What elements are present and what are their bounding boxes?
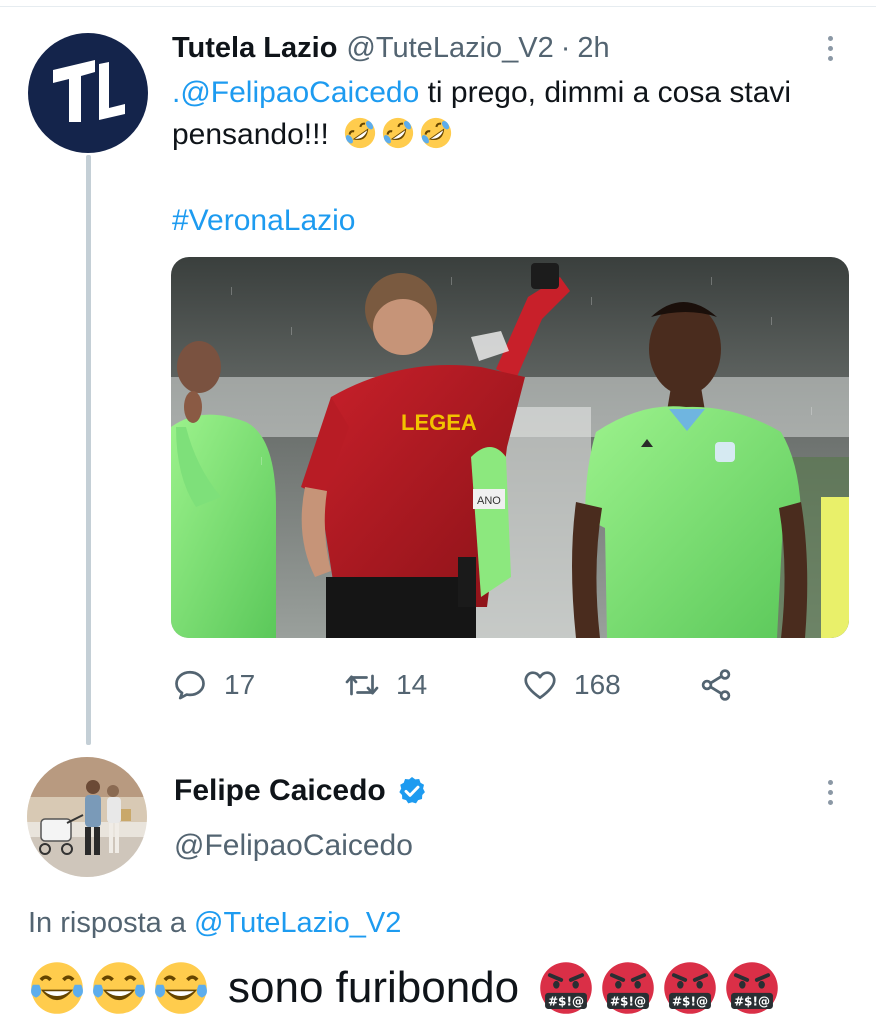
face-with-tears-of-joy-icon <box>155 962 207 1014</box>
profile-photo <box>27 757 147 877</box>
kit-sleeve-text: ANO <box>477 495 501 507</box>
reply-body-text: sono furibondo <box>228 963 520 1012</box>
face-with-symbols-on-mouth-icon: #$!@ <box>540 962 592 1014</box>
cursing-symbols-text: #$!@ <box>734 995 770 1009</box>
reply-author-handle[interactable]: @FelipaoCaicedo <box>174 826 413 866</box>
emoji-group <box>343 116 453 150</box>
reply-author-name[interactable]: Felipe Caicedo <box>174 774 386 808</box>
reply-count: 17 <box>224 669 256 700</box>
thread-connector-line <box>86 155 91 745</box>
reply-button[interactable]: 17 <box>172 660 255 710</box>
verified-badge-icon <box>399 777 425 804</box>
retweet-icon <box>345 674 379 696</box>
header-separator: · <box>560 31 571 64</box>
cursing-symbols-text: #$!@ <box>548 995 584 1009</box>
face-with-symbols-on-mouth-icon: #$!@ <box>726 962 778 1014</box>
like-button[interactable]: 168 <box>522 660 621 710</box>
tutela-lazio-logo-icon <box>53 60 125 122</box>
like-count: 168 <box>574 669 621 700</box>
mention-link[interactable]: .@FelipaoCaicedo <box>172 76 419 109</box>
rolling-on-floor-laughing-icon <box>421 117 452 149</box>
author-handle[interactable]: @TuteLazio_V2 <box>346 32 553 65</box>
reply-to-prefix: In risposta a <box>28 907 195 939</box>
face-with-tears-of-joy-icon <box>93 962 145 1014</box>
cursing-symbols-text: #$!@ <box>610 995 646 1009</box>
author-name[interactable]: Tutela Lazio <box>172 32 337 65</box>
in-reply-to-line: In risposta a @TuteLazio_V2 <box>28 903 401 943</box>
tweet-photo[interactable]: LEGEA ANO <box>171 257 849 638</box>
cursing-symbols-text: #$!@ <box>672 995 708 1009</box>
retweet-count: 14 <box>396 669 428 700</box>
share-icon <box>701 669 731 701</box>
tutela-lazio-avatar[interactable] <box>28 33 148 153</box>
tweet-timestamp[interactable]: 2h <box>577 32 609 65</box>
reply-text: sono furibondo #$!@ #$!@ #$!@ #$!@ <box>28 958 781 1018</box>
retweet-button[interactable]: 14 <box>344 660 427 710</box>
more-dot <box>827 45 833 51</box>
hashtag-link[interactable]: #VeronaLazio <box>172 200 356 242</box>
more-dot <box>827 789 833 795</box>
share-button[interactable] <box>698 660 734 710</box>
cursing-emoji-group: #$!@ #$!@ #$!@ #$!@ <box>537 959 781 1017</box>
more-dot <box>827 779 833 785</box>
tweet-more-options-button[interactable] <box>818 28 842 68</box>
reply-bubble-icon <box>175 670 205 700</box>
face-with-tears-of-joy-icon <box>31 962 83 1014</box>
more-dot <box>827 55 833 61</box>
face-with-symbols-on-mouth-icon: #$!@ <box>664 962 716 1014</box>
rolling-on-floor-laughing-icon <box>383 117 414 149</box>
reply-to-handle-link[interactable]: @TuteLazio_V2 <box>194 907 401 939</box>
heart-icon <box>524 671 556 700</box>
more-dot <box>827 35 833 41</box>
tweet-text: .@FelipaoCaicedo ti prego, dimmi a cosa … <box>172 72 862 156</box>
kit-sponsor-text: LEGEA <box>401 410 477 435</box>
face-with-symbols-on-mouth-icon: #$!@ <box>602 962 654 1014</box>
reply-author-row: Felipe Caicedo <box>174 770 428 812</box>
laughing-emoji-group <box>28 959 210 1017</box>
rolling-on-floor-laughing-icon <box>345 117 376 149</box>
more-dot <box>827 799 833 805</box>
reply-more-options-button[interactable] <box>818 772 842 812</box>
felipe-caicedo-avatar[interactable] <box>27 757 147 877</box>
match-photo: LEGEA ANO <box>171 257 849 638</box>
tweet-header: Tutela Lazio @TuteLazio_V2 · 2h <box>172 28 610 68</box>
top-divider <box>0 6 876 7</box>
